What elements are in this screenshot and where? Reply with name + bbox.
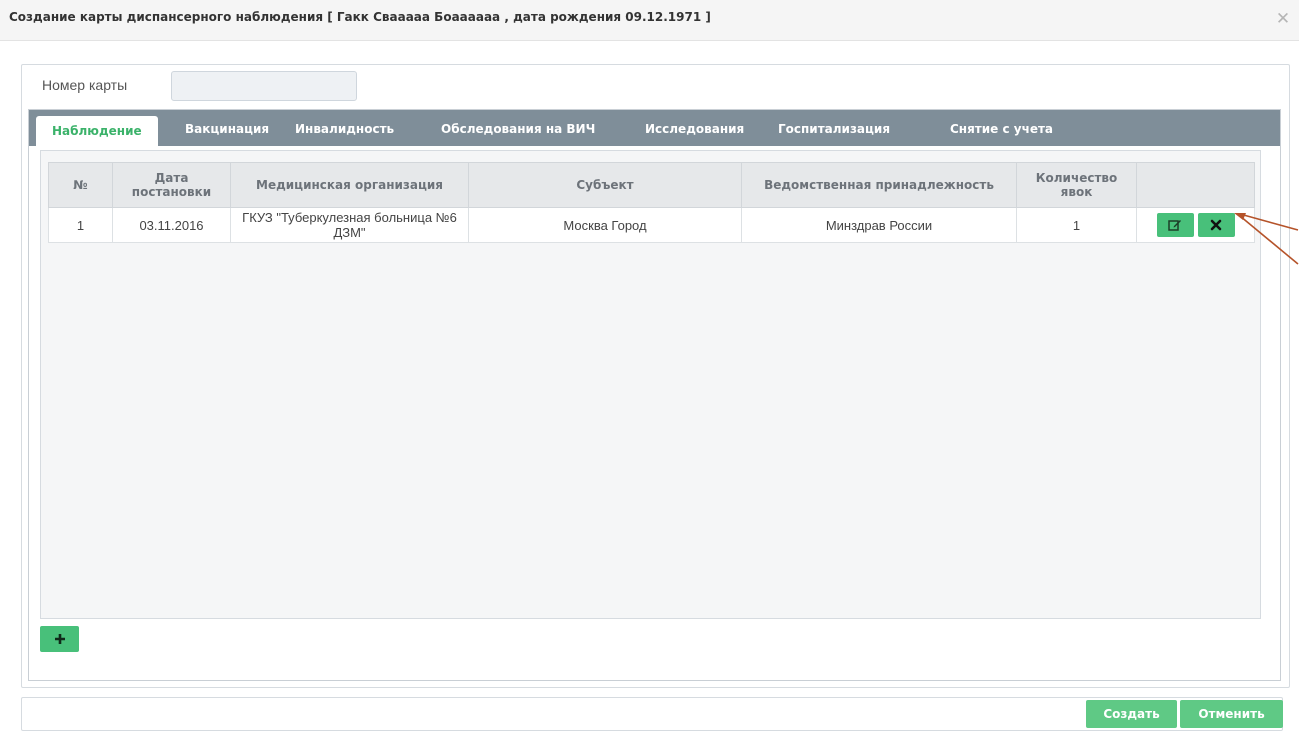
table-row[interactable]: 1 03.11.2016 ГКУЗ "Туберкулезная больниц…: [48, 207, 1255, 243]
tab-vaccination[interactable]: Вакцинация: [185, 110, 269, 146]
plus-icon: [54, 634, 65, 644]
edit-button[interactable]: [1156, 213, 1194, 237]
edit-icon: [1168, 220, 1181, 231]
cell-number: 1: [48, 207, 113, 243]
cell-department: Минздрав России: [741, 207, 1017, 243]
cancel-button[interactable]: Отменить: [1180, 700, 1283, 728]
cell-organization: ГКУЗ "Туберкулезная больница №6 ДЗМ": [230, 207, 469, 243]
column-header-visits: Количество явок: [1016, 162, 1137, 208]
tab-observation[interactable]: Наблюдение: [36, 116, 158, 147]
delete-button[interactable]: [1197, 213, 1235, 237]
close-icon[interactable]: ✕: [1274, 10, 1292, 28]
column-header-actions: [1136, 162, 1255, 208]
tab-disability[interactable]: Инвалидность: [295, 110, 394, 146]
tab-research[interactable]: Исследования: [645, 110, 744, 146]
observation-content: № Дата постановки Медицинская организаци…: [40, 150, 1261, 619]
column-header-subject: Субъект: [468, 162, 742, 208]
cell-date: 03.11.2016: [112, 207, 231, 243]
tab-deregistration[interactable]: Снятие с учета: [950, 110, 1053, 146]
card-number-input[interactable]: [171, 71, 357, 101]
window-title: Создание карты диспансерного наблюдения …: [9, 10, 711, 24]
column-header-organization: Медицинская организация: [230, 162, 469, 208]
create-button[interactable]: Создать: [1086, 700, 1177, 728]
table-header-row: № Дата постановки Медицинская организаци…: [48, 162, 1255, 208]
delete-icon: [1210, 219, 1222, 231]
cell-subject: Москва Город: [468, 207, 742, 243]
tab-hiv-examinations[interactable]: Обследования на ВИЧ: [441, 110, 595, 146]
column-header-number: №: [48, 162, 113, 208]
column-header-date: Дата постановки: [112, 162, 231, 208]
tab-bar: Наблюдение Вакцинация Инвалидность Обсле…: [29, 110, 1280, 147]
observation-table: № Дата постановки Медицинская организаци…: [48, 162, 1255, 243]
tab-panel: Наблюдение Вакцинация Инвалидность Обсле…: [28, 109, 1281, 681]
cell-visits: 1: [1016, 207, 1137, 243]
column-header-department: Ведомственная принадлежность: [741, 162, 1017, 208]
add-button[interactable]: [40, 626, 79, 652]
card-number-label: Номер карты: [42, 77, 128, 93]
tab-hospitalization[interactable]: Госпитализация: [778, 110, 890, 146]
annotation-arrow: [1234, 213, 1299, 265]
window-titlebar: Создание карты диспансерного наблюдения …: [0, 0, 1299, 41]
